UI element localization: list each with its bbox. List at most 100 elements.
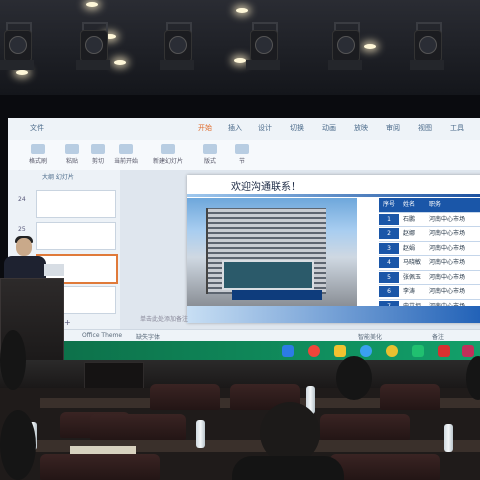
tab-transition[interactable]: 切换 <box>290 123 304 133</box>
row-unit: 河南中心市场 <box>429 215 466 223</box>
table-row: 4 马晓敏 河南中心市场 <box>379 256 480 271</box>
thumbnail-number: 24 <box>18 196 26 203</box>
folder-icon[interactable] <box>334 345 346 357</box>
thumbnail-tabs[interactable]: 大纲 幻灯片 <box>42 172 74 181</box>
row-unit: 河南中心市场 <box>429 273 466 281</box>
thumbnail-number: 25 <box>18 226 26 233</box>
chair <box>380 384 440 410</box>
stage-speaker-box <box>84 362 144 390</box>
title-underline-bar <box>187 194 480 197</box>
stage-spotlight <box>246 22 280 70</box>
clipboard-icon <box>65 144 79 154</box>
tab-design[interactable]: 设计 <box>258 123 272 133</box>
header-index: 序号 <box>382 201 395 208</box>
chrome-icon[interactable] <box>386 345 398 357</box>
ribbon-toolbar: 格式刷 粘贴 剪切 当前开始 新建幻灯片 版式 节 <box>8 140 480 171</box>
building-sign <box>232 290 322 300</box>
audience-head <box>0 410 36 480</box>
chair <box>90 414 186 440</box>
notes-pane[interactable]: 单击此处添加备注 <box>120 314 480 326</box>
row-index: 3 <box>379 242 399 254</box>
tab-home[interactable]: 开始 <box>198 123 212 133</box>
wechat-icon[interactable] <box>412 345 424 357</box>
row-unit: 河南中心市场 <box>429 230 466 237</box>
stage-spotlight <box>410 22 444 70</box>
ceiling-downlight <box>114 60 126 65</box>
slide-thumbnail[interactable] <box>36 222 116 250</box>
chair <box>150 384 220 410</box>
row-unit: 河南中心市场 <box>429 288 466 295</box>
table-row: 2 赵娜 河南中心市场 <box>379 227 480 242</box>
ceiling-downlight <box>364 44 376 49</box>
missing-font-indicator[interactable]: 缺失字体 <box>136 332 160 341</box>
speaker-body <box>4 256 46 280</box>
ribbon-tabs: 文件 开始 插入 设计 切换 动画 放映 审阅 视图 工具 <box>8 118 480 141</box>
tab-file[interactable]: 文件 <box>30 123 44 133</box>
table-row: 6 李涛 河南中心市场 <box>379 285 480 300</box>
button-label: 新建幻灯片 <box>152 158 183 165</box>
button-label: 节 <box>238 158 245 165</box>
ceiling-downlight <box>16 70 28 75</box>
slide-thumbnail[interactable] <box>36 190 116 218</box>
play-from-current-button[interactable]: 当前开始 <box>106 144 146 168</box>
taskbar <box>8 341 480 361</box>
stage-spotlight <box>160 22 194 70</box>
row-index: 1 <box>379 213 399 225</box>
row-unit: 河南中心市场 <box>429 259 466 266</box>
scissors-icon <box>91 144 105 154</box>
notes-placeholder: 单击此处添加备注 <box>140 316 189 323</box>
water-bottle <box>444 424 453 452</box>
row-name: 张佩玉 <box>403 273 422 281</box>
audience-shoulders <box>232 456 344 480</box>
layout-icon <box>203 144 217 154</box>
row-name: 石鹏 <box>403 215 416 223</box>
smart-beautify-button[interactable]: 智能美化 <box>358 332 382 341</box>
podium-monitor <box>44 264 64 276</box>
row-name: 马晓敏 <box>403 259 422 266</box>
slide-icon <box>161 144 175 154</box>
tab-slideshow[interactable]: 放映 <box>354 123 368 133</box>
table-header: 序号 姓名 职务 <box>379 198 480 213</box>
tab-view[interactable]: 视图 <box>418 123 432 133</box>
theme-name: Office Theme <box>82 332 123 339</box>
row-index: 5 <box>379 271 399 283</box>
section-button[interactable]: 节 <box>222 144 262 168</box>
ceiling-downlight <box>236 8 248 13</box>
new-slide-button[interactable]: 新建幻灯片 <box>148 144 188 168</box>
row-name: 赵娜 <box>403 230 416 237</box>
slide[interactable]: 欢迎沟通联系！ 序号 姓名 职务 1 石鹏 河南中心市场 2 赵娜 河南中心市场 3 赵娟… <box>187 175 480 323</box>
row-name: 李涛 <box>403 288 416 295</box>
wps-icon[interactable] <box>438 345 450 357</box>
play-icon <box>119 144 133 154</box>
slide-title: 欢迎沟通联系！ <box>231 182 301 193</box>
notes-toggle-button[interactable]: 备注 <box>432 332 444 341</box>
table-row: 1 石鹏 河南中心市场 <box>379 213 480 227</box>
row-index: 4 <box>379 257 399 268</box>
water-bottle <box>196 420 205 448</box>
chair <box>40 454 160 480</box>
presentation-app-icon[interactable] <box>462 345 474 357</box>
building-lobby <box>222 260 314 290</box>
tab-insert[interactable]: 插入 <box>228 123 242 133</box>
building-photo <box>187 198 357 306</box>
tab-review[interactable]: 审阅 <box>386 123 400 133</box>
row-index: 6 <box>379 286 399 297</box>
row-unit: 河南中心市场 <box>429 244 466 252</box>
windows-start-icon[interactable] <box>282 345 294 357</box>
row-name: 赵娟 <box>403 244 416 252</box>
browser-icon[interactable] <box>308 345 320 357</box>
add-slide-icon[interactable]: + <box>64 318 71 327</box>
section-icon <box>235 144 249 154</box>
stage-spotlight <box>76 22 110 70</box>
header-title: 职务 <box>429 201 442 208</box>
ceiling-downlight <box>234 58 246 63</box>
table-row: 3 赵娟 河南中心市场 <box>379 242 480 256</box>
audience-head <box>260 402 320 464</box>
stage-spotlight <box>328 22 362 70</box>
slide-canvas-area: 欢迎沟通联系！ 序号 姓名 职务 1 石鹏 河南中心市场 2 赵娜 河南中心市场 3 赵娟… <box>120 170 480 338</box>
tab-tools[interactable]: 工具 <box>450 123 464 133</box>
tab-animation[interactable]: 动画 <box>322 123 336 133</box>
projection-screen: 文件 开始 插入 设计 切换 动画 放映 审阅 视图 工具 格式刷 粘贴 剪切 … <box>8 118 480 361</box>
brush-icon <box>31 144 45 154</box>
edge-icon[interactable] <box>360 345 372 357</box>
